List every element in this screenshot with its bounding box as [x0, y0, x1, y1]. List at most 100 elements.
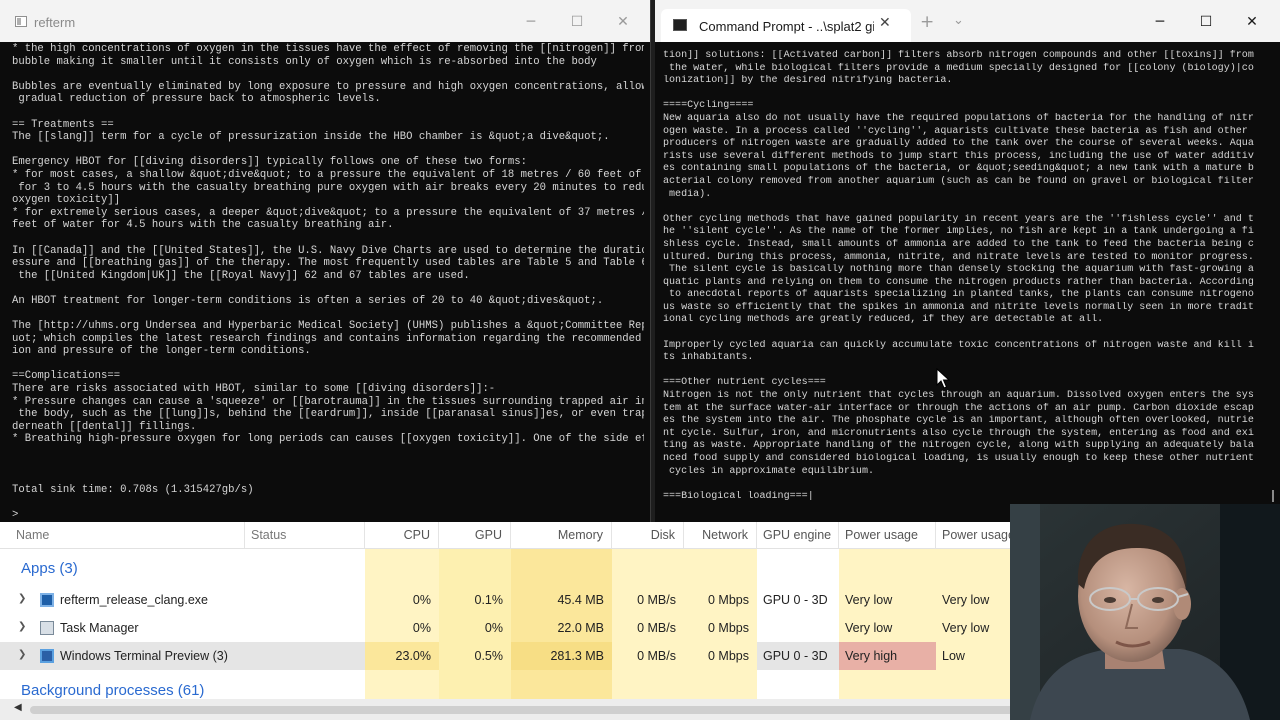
terminal-output[interactable]: tion]] solutions: [[Activated carbon]] f…	[663, 50, 1258, 503]
terminal-line: == Treatments ==	[12, 118, 114, 131]
terminal-line: * Pressure changes can cause a 'squeeze'…	[12, 395, 644, 408]
column-gpu-engine[interactable]: GPU engine	[757, 522, 839, 548]
terminal-line: ==Complications==	[12, 370, 121, 383]
refterm-window: refterm ─ ☐ ✕ * the high concentrations …	[0, 0, 651, 522]
process-memory: 281.3 MB	[511, 642, 612, 670]
terminal-line: acterial colony removed from another aqu…	[663, 175, 1254, 187]
terminal-line: Other cycling methods that have gained p…	[663, 213, 1254, 225]
column-memory[interactable]: Memory	[511, 522, 612, 548]
terminal-line: The silent cycle is basically nothing mo…	[663, 264, 1254, 276]
terminal-line: In [[Canada]] and the [[United States]],…	[12, 244, 644, 257]
process-cpu: 0%	[412, 621, 431, 635]
terminal-line: >	[12, 508, 19, 521]
terminal-tab[interactable]: Command Prompt - ..\splat2 gi ✕	[661, 9, 911, 42]
terminal-line: * for most cases, a shallow &quot;dive&q…	[12, 168, 644, 181]
process-disk: 0 MB/s	[637, 621, 676, 635]
expand-chevron-icon[interactable]: ❯	[18, 649, 26, 660]
terminal-line: the body, such as the [[lung]]s, behind …	[12, 408, 644, 421]
process-row-selected[interactable]: ❯ Windows Terminal Preview (3) 23.0% 0.5…	[0, 642, 1012, 670]
task-manager-icon	[40, 621, 54, 635]
terminal-line: for 3 to 4.5 hours with the casualty bre…	[12, 181, 644, 194]
minimize-button[interactable]: ─	[1137, 10, 1183, 34]
process-row[interactable]: ❯ refterm_release_clang.exe 0% 0.1% 45.4…	[0, 586, 1012, 614]
terminal-line: the [[United Kingdom|UK]] the [[Royal Na…	[12, 269, 470, 282]
apps-group-header[interactable]: Apps (3)	[21, 560, 78, 577]
refterm-app-icon	[40, 593, 54, 607]
terminal-line: cycles in approximate equilibrium.	[663, 465, 875, 477]
windows-terminal-icon	[40, 649, 54, 663]
process-gpu-engine	[757, 614, 839, 642]
terminal-scrollbar[interactable]	[1272, 490, 1274, 502]
close-button[interactable]: ✕	[1229, 10, 1275, 34]
terminal-line: he ''silent cycle''. As the name of the …	[663, 226, 1254, 238]
process-network: 0 Mbps	[708, 593, 749, 607]
process-gpu-engine: GPU 0 - 3D	[757, 586, 839, 614]
terminal-titlebar[interactable]: Command Prompt - ..\splat2 gi ✕ + ⌄ ─ ☐ …	[655, 0, 1280, 42]
process-gpu-engine: GPU 0 - 3D	[763, 649, 828, 663]
expand-chevron-icon[interactable]: ❯	[18, 593, 26, 604]
tab-dropdown-icon[interactable]: ⌄	[953, 13, 964, 28]
process-row[interactable]: ❯ Task Manager 0% 0% 22.0 MB 0 MB/s 0 Mb…	[0, 614, 1012, 642]
new-tab-button[interactable]: +	[920, 12, 934, 32]
terminal-line: ====Cycling====	[663, 100, 754, 112]
terminal-line: nced food supply and considered biologic…	[663, 453, 1254, 464]
horizontal-scrollbar[interactable]: ◀	[0, 699, 1012, 720]
refterm-titlebar[interactable]: refterm ─ ☐ ✕	[0, 0, 650, 42]
process-power-trend: Very low	[942, 593, 990, 607]
column-cpu[interactable]: CPU	[365, 522, 439, 548]
minimize-button[interactable]: ─	[508, 10, 554, 34]
terminal-line: Total sink time: 0.708s (1.315427gb/s)	[12, 483, 254, 496]
terminal-line: producers of nitrogen waste are graduall…	[663, 138, 1254, 150]
process-network: 0 Mbps	[684, 642, 757, 670]
tab-title: Command Prompt - ..\splat2 gi	[699, 19, 874, 34]
process-gpu: 0%	[484, 621, 503, 635]
terminal-line: ultured. During this process, ammonia, n…	[663, 251, 1254, 263]
process-memory: 45.4 MB	[557, 593, 604, 607]
terminal-line: * Breathing high-pressure oxygen for lon…	[12, 433, 644, 446]
terminal-line: uot; which compiles the latest research …	[12, 332, 644, 345]
process-power: Very low	[845, 593, 893, 607]
background-processes-group-header[interactable]: Background processes (61)	[21, 682, 204, 699]
column-gpu[interactable]: GPU	[439, 522, 511, 548]
tab-close-icon[interactable]: ✕	[879, 15, 891, 31]
refterm-title: refterm	[34, 15, 76, 30]
process-cpu: 23.0%	[365, 642, 439, 670]
maximize-button[interactable]: ☐	[1183, 10, 1229, 34]
terminal-line: rists use several different methods to j…	[663, 150, 1254, 162]
terminal-line: tion]] solutions: [[Activated carbon]] f…	[663, 50, 1254, 61]
process-memory: 22.0 MB	[557, 621, 604, 635]
close-button[interactable]: ✕	[600, 10, 646, 34]
column-power-usage-trend[interactable]: Power usage trend	[936, 522, 1012, 548]
terminal-line: ===Other nutrient cycles===	[663, 377, 826, 389]
scroll-left-icon[interactable]: ◀	[14, 702, 22, 713]
terminal-line: Nitrogen is not the only nutrient that c…	[663, 390, 1254, 402]
terminal-line: * the high concentrations of oxygen in t…	[12, 43, 644, 55]
process-power-trend: Low	[936, 642, 1012, 670]
column-name[interactable]: Name	[10, 522, 245, 548]
expand-chevron-icon[interactable]: ❯	[18, 621, 26, 632]
scrollbar-thumb[interactable]	[30, 706, 1012, 714]
terminal-line: ting as waste. Appropriate handling of t…	[663, 440, 1254, 452]
webcam-overlay	[1010, 504, 1280, 720]
column-status[interactable]: Status	[245, 522, 365, 548]
maximize-button[interactable]: ☐	[554, 10, 600, 34]
terminal-line: gradual reduction of pressure back to at…	[12, 93, 381, 106]
refterm-output[interactable]: * the high concentrations of oxygen in t…	[12, 43, 644, 522]
terminal-line: ional cycling methods are greatly reduce…	[663, 314, 1104, 326]
column-network[interactable]: Network	[684, 522, 757, 548]
column-power-usage[interactable]: Power usage	[839, 522, 936, 548]
terminal-line: es the system into the air. The phosphat…	[663, 415, 1254, 427]
terminal-line: There are risks associated with HBOT, si…	[12, 383, 496, 396]
column-disk[interactable]: Disk	[612, 522, 684, 548]
terminal-line: media).	[663, 188, 712, 200]
